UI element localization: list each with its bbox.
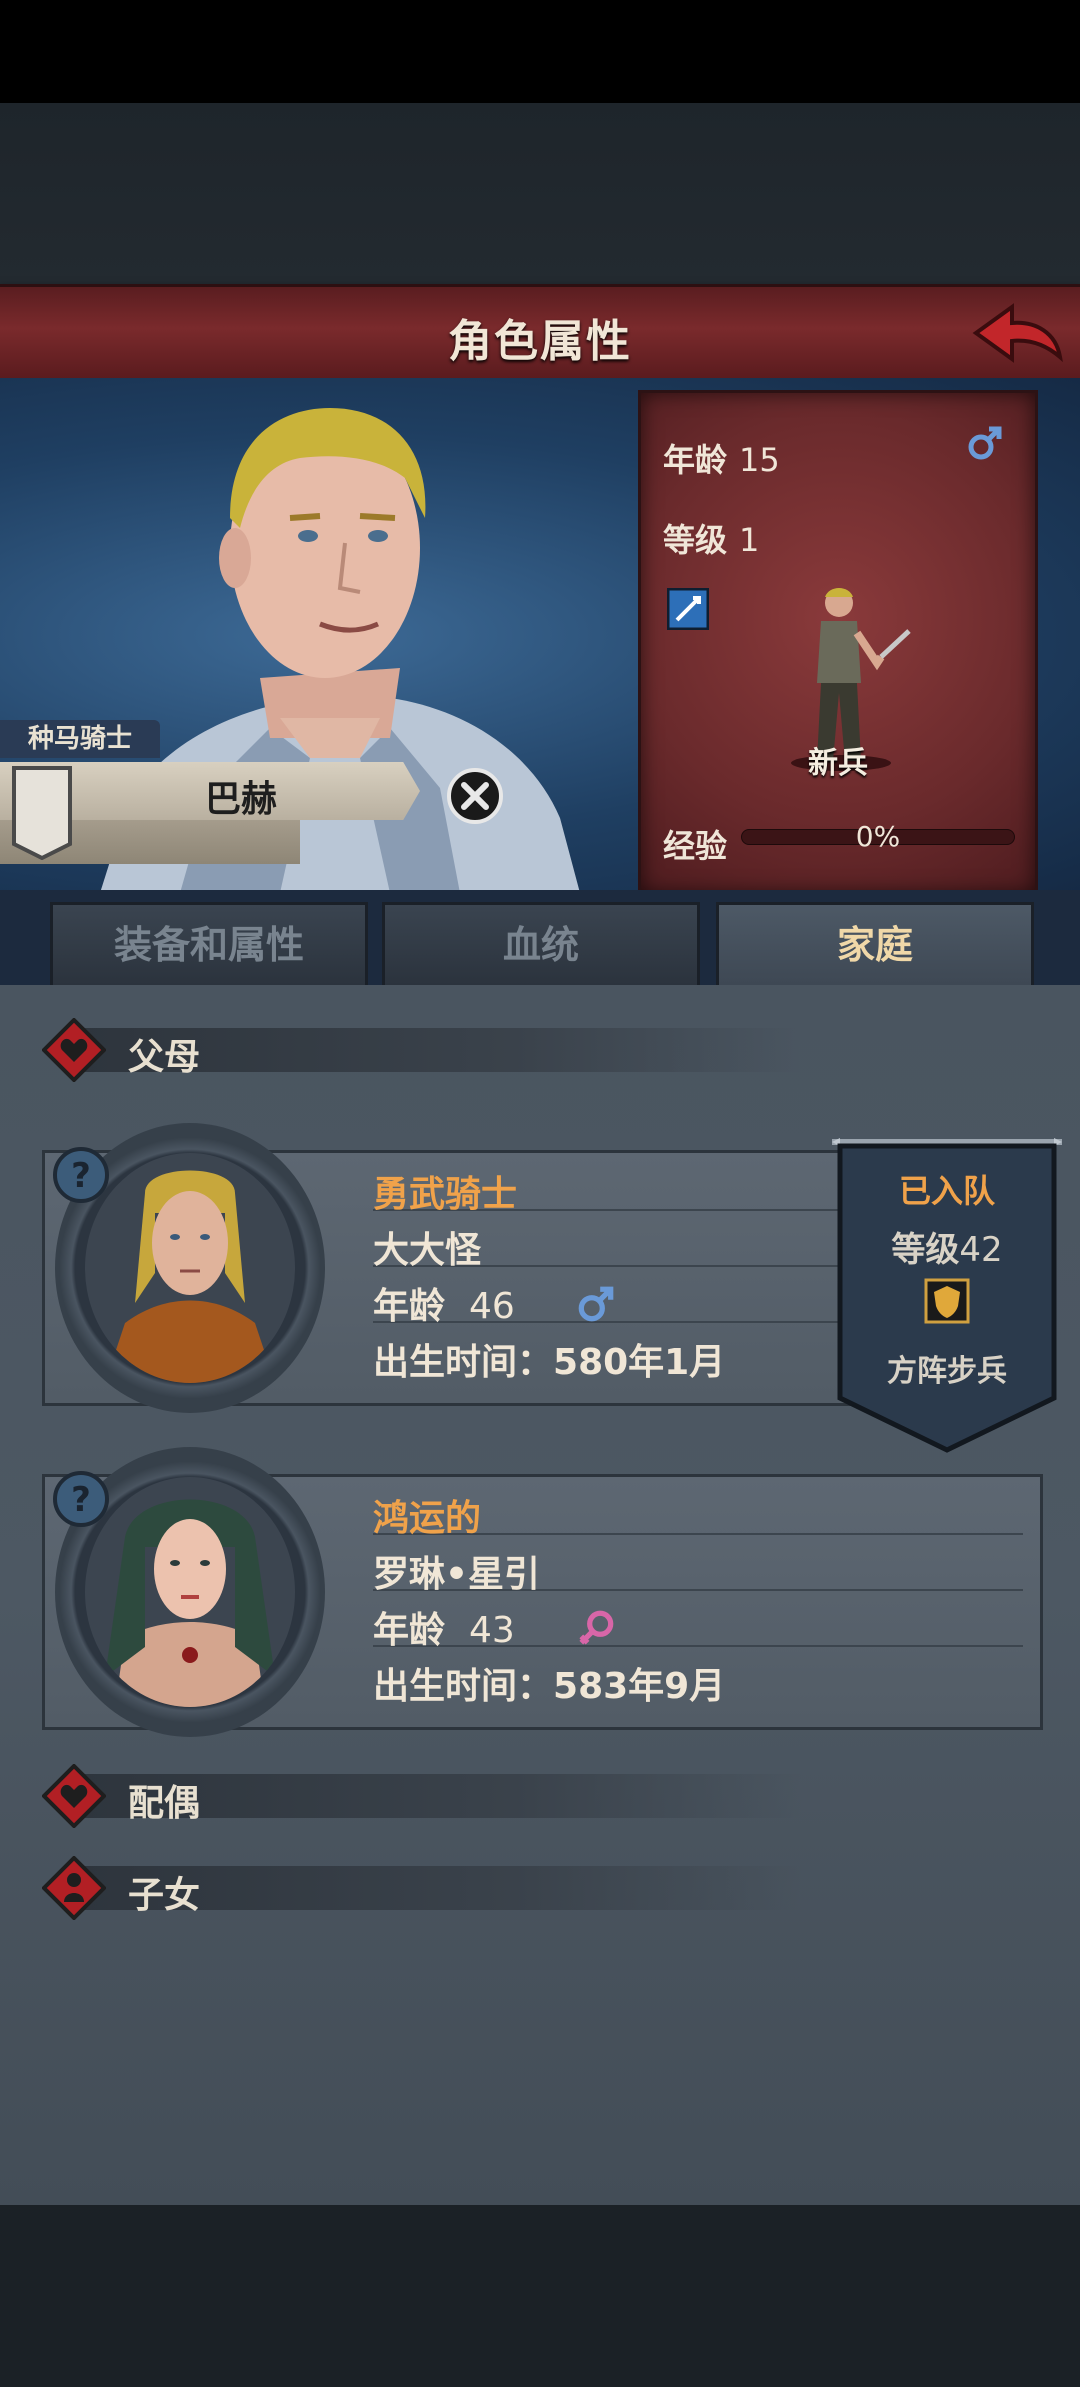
male-icon	[578, 1286, 614, 1322]
character-name[interactable]: 巴赫	[205, 770, 277, 822]
mother-age-row: 年龄 43	[373, 1601, 515, 1653]
female-icon	[579, 1610, 614, 1645]
father-age: 46	[469, 1286, 515, 1327]
team-level: 42	[959, 1230, 1003, 1270]
father-age-row: 年龄 46	[373, 1277, 515, 1329]
section-spouse: 配偶	[42, 1764, 802, 1828]
mother-birth-row: 出生时间：583年9月	[373, 1657, 725, 1709]
father-birth-row: 出生时间：580年1月	[373, 1333, 725, 1385]
father-portrait	[85, 1153, 295, 1383]
tab-equipment[interactable]: 装备和属性	[50, 902, 368, 988]
exp-label: 经验	[663, 827, 728, 865]
back-arrow-icon[interactable]	[970, 295, 1070, 375]
tab-bloodline[interactable]: 血统	[382, 902, 700, 988]
tab-family[interactable]: 家庭	[716, 902, 1034, 988]
level-value: 1	[739, 521, 760, 559]
stats-card: 年龄 15 等级 1 新兵 经验 0%	[638, 390, 1038, 893]
mother-title: 鸿运的	[373, 1498, 482, 1539]
age-label: 年龄	[663, 441, 728, 479]
class-label: 种马骑士	[0, 720, 160, 758]
father-birth: 580年1月	[553, 1342, 726, 1383]
age-value: 15	[739, 441, 780, 479]
mother-name: 罗琳•星引	[373, 1554, 541, 1595]
title-bar: 角色属性	[0, 284, 1080, 383]
sword-skill-icon[interactable]	[667, 588, 709, 630]
child-diamond-icon	[42, 1856, 106, 1920]
father-birth-label: 出生时间：	[373, 1342, 554, 1383]
svg-text:?: ?	[71, 1480, 91, 1520]
children-label: 子女	[128, 1875, 201, 1916]
level-label: 等级	[663, 521, 728, 559]
close-icon[interactable]	[446, 767, 504, 825]
mother-birth-label: 出生时间：	[373, 1666, 554, 1707]
heart-diamond-icon	[42, 1018, 106, 1082]
exp-bar: 0%	[741, 820, 1015, 853]
tab-bar: 装备和属性 血统 家庭	[0, 890, 1080, 990]
male-icon	[968, 426, 1002, 460]
question-icon[interactable]: ?	[51, 1469, 111, 1529]
section-children: 子女	[42, 1856, 802, 1920]
father-title: 勇武骑士	[373, 1174, 518, 1215]
mother-age-label: 年龄	[373, 1610, 446, 1651]
parents-label: 父母	[128, 1037, 201, 1078]
unit-name: 新兵	[808, 746, 868, 781]
mother-portrait	[85, 1477, 295, 1707]
team-status: 已入队	[898, 1172, 995, 1210]
age-row: 年龄 15	[663, 435, 780, 481]
exp-value: 0%	[855, 820, 901, 853]
team-level-row: 等级42	[832, 1222, 1062, 1271]
father-name: 大大怪	[373, 1230, 482, 1271]
heraldry-banner-icon[interactable]	[10, 764, 74, 860]
section-parents: 父母	[42, 1018, 802, 1082]
father-team-banner[interactable]: 已入队 等级42 方阵步兵	[832, 1138, 1062, 1454]
team-unit: 方阵步兵	[887, 1354, 1007, 1389]
spouse-label: 配偶	[128, 1783, 201, 1824]
father-age-label: 年龄	[373, 1286, 446, 1327]
level-row: 等级 1	[663, 515, 759, 561]
question-icon[interactable]: ?	[51, 1145, 111, 1205]
page-title: 角色属性	[448, 316, 632, 367]
team-level-label: 等级	[891, 1230, 960, 1270]
svg-text:?: ?	[71, 1156, 91, 1196]
mother-birth: 583年9月	[553, 1666, 726, 1707]
heart-diamond-icon	[42, 1764, 106, 1828]
mother-age: 43	[469, 1610, 515, 1651]
shield-icon	[924, 1278, 970, 1324]
status-bar	[0, 0, 1080, 103]
character-panel: 种马骑士 巴赫 年龄 15 等级 1 新兵 经验 0%	[0, 378, 1080, 893]
mother-card[interactable]: ? 鸿运的 罗琳•星引 年龄 43 出生时间：583年9月	[42, 1447, 1043, 1737]
bottom-area	[0, 2205, 1080, 2387]
